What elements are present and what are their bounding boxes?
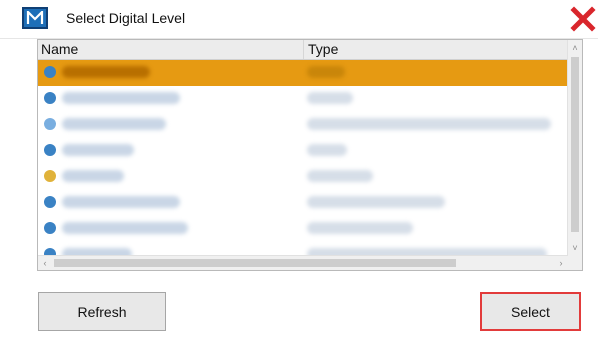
scroll-left-icon[interactable]: ‹	[38, 256, 52, 270]
column-header-type[interactable]: Type	[308, 41, 338, 57]
horizontal-scrollbar[interactable]: ‹ ›	[38, 255, 568, 270]
close-x-icon	[570, 6, 596, 32]
device-icon	[44, 66, 56, 78]
m-logo-icon	[22, 7, 48, 29]
vertical-scroll-thumb[interactable]	[571, 57, 579, 232]
scroll-up-icon[interactable]: ˄	[568, 40, 582, 56]
list-row[interactable]	[38, 190, 568, 216]
list-row[interactable]	[38, 60, 568, 86]
list-row[interactable]	[38, 138, 568, 164]
device-icon	[44, 222, 56, 234]
row-name	[62, 66, 150, 78]
device-icon	[44, 170, 56, 182]
horizontal-scroll-thumb[interactable]	[54, 259, 456, 267]
device-icon	[44, 92, 56, 104]
device-icon	[44, 196, 56, 208]
select-button[interactable]: Select	[480, 292, 581, 331]
scroll-right-icon[interactable]: ›	[554, 256, 568, 270]
list-row[interactable]	[38, 112, 568, 138]
column-header-name[interactable]: Name	[41, 41, 78, 57]
list-header: Name Type	[38, 40, 568, 60]
row-name	[62, 92, 180, 104]
window-title: Select Digital Level	[66, 10, 186, 26]
vertical-scrollbar[interactable]: ˄ ˅	[567, 40, 582, 256]
list-row[interactable]	[38, 164, 568, 190]
refresh-button[interactable]: Refresh	[38, 292, 166, 331]
title-bar: Select Digital Level	[0, 0, 598, 39]
row-type	[307, 92, 353, 104]
row-type	[307, 222, 413, 234]
close-button[interactable]	[568, 4, 598, 34]
row-type	[307, 66, 345, 78]
device-icon	[44, 118, 56, 130]
column-divider[interactable]	[303, 40, 304, 59]
row-type	[307, 170, 373, 182]
list-row[interactable]	[38, 216, 568, 242]
row-name	[62, 196, 180, 208]
row-name	[62, 170, 124, 182]
row-type	[307, 118, 551, 130]
digital-level-list[interactable]: Name Type ˄ ˅ ‹ ›	[37, 39, 583, 271]
row-name	[62, 118, 166, 130]
scroll-down-icon[interactable]: ˅	[568, 240, 582, 256]
scroll-corner	[568, 256, 582, 270]
row-type	[307, 144, 347, 156]
row-type	[307, 196, 445, 208]
device-icon	[44, 144, 56, 156]
row-name	[62, 222, 188, 234]
row-name	[62, 144, 134, 156]
list-row[interactable]	[38, 86, 568, 112]
